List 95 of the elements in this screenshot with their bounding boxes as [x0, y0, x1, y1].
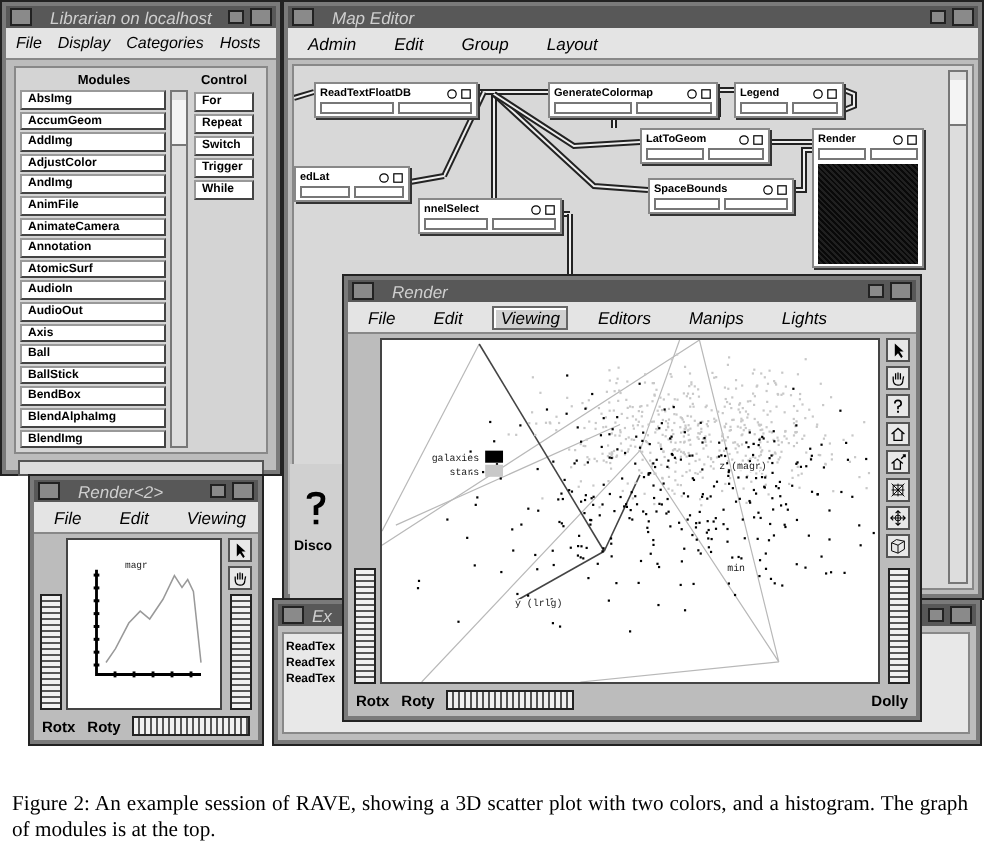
port-bar[interactable]: [354, 186, 404, 198]
port-bar[interactable]: [554, 102, 631, 114]
menu-item[interactable]: Manips: [680, 305, 752, 329]
port-bar[interactable]: [398, 102, 472, 114]
maximize-button[interactable]: [952, 8, 974, 26]
square-icon[interactable]: [906, 133, 918, 145]
window-title: Render: [390, 281, 450, 301]
menu-item[interactable]: File: [360, 305, 404, 329]
circle-icon[interactable]: [530, 203, 542, 215]
menu-item[interactable]: Admin: [300, 31, 365, 55]
port-bar[interactable]: [492, 218, 556, 230]
square-icon[interactable]: [460, 87, 472, 99]
menu-item[interactable]: Categories: [120, 32, 210, 54]
menu-item[interactable]: Viewing: [492, 305, 568, 329]
window-title: Render<2>: [76, 481, 166, 501]
port-bar[interactable]: [707, 148, 764, 160]
thumbwheel[interactable]: [446, 690, 575, 710]
window-menu-button[interactable]: [352, 282, 374, 300]
circle-icon[interactable]: [762, 183, 774, 195]
maximize-button[interactable]: [250, 8, 272, 26]
menu-item[interactable]: File: [10, 32, 48, 54]
port-bar[interactable]: [870, 148, 918, 160]
thumbwheel[interactable]: [887, 568, 909, 684]
maximize-button[interactable]: [232, 482, 254, 500]
scrollbar[interactable]: [170, 90, 188, 449]
connection-line: [294, 89, 315, 101]
circle-icon[interactable]: [812, 87, 824, 99]
port-bar[interactable]: [654, 198, 719, 210]
menu-item[interactable]: Viewing: [178, 505, 254, 529]
scroll-thumb[interactable]: [172, 100, 186, 146]
help-icon[interactable]: [302, 488, 330, 528]
square-icon[interactable]: [544, 203, 556, 215]
port-bar[interactable]: [635, 102, 712, 114]
scrollbar[interactable]: [948, 70, 968, 584]
port-bar[interactable]: [818, 148, 866, 160]
minimize-button[interactable]: [868, 284, 884, 298]
square-icon[interactable]: [392, 171, 404, 183]
circle-icon[interactable]: [686, 87, 698, 99]
menu-item[interactable]: Group: [453, 31, 517, 55]
circle-icon[interactable]: [892, 133, 904, 145]
house-arrow-icon[interactable]: [886, 450, 910, 474]
hand-icon[interactable]: [228, 566, 252, 590]
pointer-icon[interactable]: [228, 538, 252, 562]
menu-item[interactable]: Display: [51, 32, 117, 54]
move-arrows-icon[interactable]: [886, 506, 910, 530]
menu-item[interactable]: Editors: [589, 305, 659, 329]
thumbwheel[interactable]: [39, 594, 61, 710]
square-icon[interactable]: [752, 133, 764, 145]
port-bar[interactable]: [723, 198, 788, 210]
scroll-thumb[interactable]: [950, 80, 966, 126]
port-bar[interactable]: [646, 148, 703, 160]
thumbwheel[interactable]: [353, 568, 375, 684]
window-menu-button[interactable]: [38, 482, 60, 500]
menu-item[interactable]: Edit: [386, 31, 432, 55]
menu-item[interactable]: Edit: [111, 505, 157, 529]
home-icon[interactable]: [886, 422, 910, 446]
port-bar[interactable]: [424, 218, 488, 230]
window-menu-button[interactable]: [282, 606, 304, 624]
menu-item[interactable]: File: [46, 505, 90, 529]
minimize-button[interactable]: [210, 484, 226, 498]
window-title: Librarian on localhost: [48, 7, 215, 27]
histogram-drawing: [93, 569, 202, 678]
minimize-button[interactable]: [930, 10, 946, 24]
hand-icon[interactable]: [886, 366, 910, 390]
figure-caption: Figure 2: An example session of RAVE, showing a 3D scatter plot with two colors, and a histogram. The graph of modules is at the top.: [12, 792, 968, 844]
window-menu-button[interactable]: [10, 8, 32, 26]
menu-item[interactable]: Hosts: [213, 32, 267, 54]
circle-icon[interactable]: [446, 87, 458, 99]
square-icon[interactable]: [826, 87, 838, 99]
menu-item[interactable]: Edit: [425, 305, 471, 329]
port-bar[interactable]: [300, 186, 350, 198]
thumbwheel[interactable]: [132, 716, 250, 736]
cube-icon[interactable]: [886, 534, 910, 558]
circle-icon[interactable]: [738, 133, 750, 145]
grid-icon[interactable]: [886, 478, 910, 502]
menu-item[interactable]: Lights: [773, 305, 836, 329]
circle-icon[interactable]: [378, 171, 390, 183]
thumbwheel[interactable]: [229, 594, 251, 710]
window-title: Map Editor: [330, 7, 417, 27]
maximize-button[interactable]: [890, 282, 912, 300]
maximize-button[interactable]: [950, 606, 972, 624]
pointer-icon[interactable]: [886, 338, 910, 362]
square-icon[interactable]: [700, 87, 712, 99]
port-bar[interactable]: [320, 102, 394, 114]
minimize-button[interactable]: [228, 10, 244, 24]
minimize-button[interactable]: [928, 608, 944, 622]
square-icon[interactable]: [776, 183, 788, 195]
port-bar[interactable]: [791, 102, 838, 114]
connection-line: [842, 87, 857, 113]
window-menu-button[interactable]: [292, 8, 314, 26]
help-icon[interactable]: [886, 394, 910, 418]
port-bar[interactable]: [740, 102, 787, 114]
render-preview: [818, 164, 918, 264]
window-title: Ex: [310, 605, 334, 625]
menu-item[interactable]: Layout: [538, 31, 606, 55]
